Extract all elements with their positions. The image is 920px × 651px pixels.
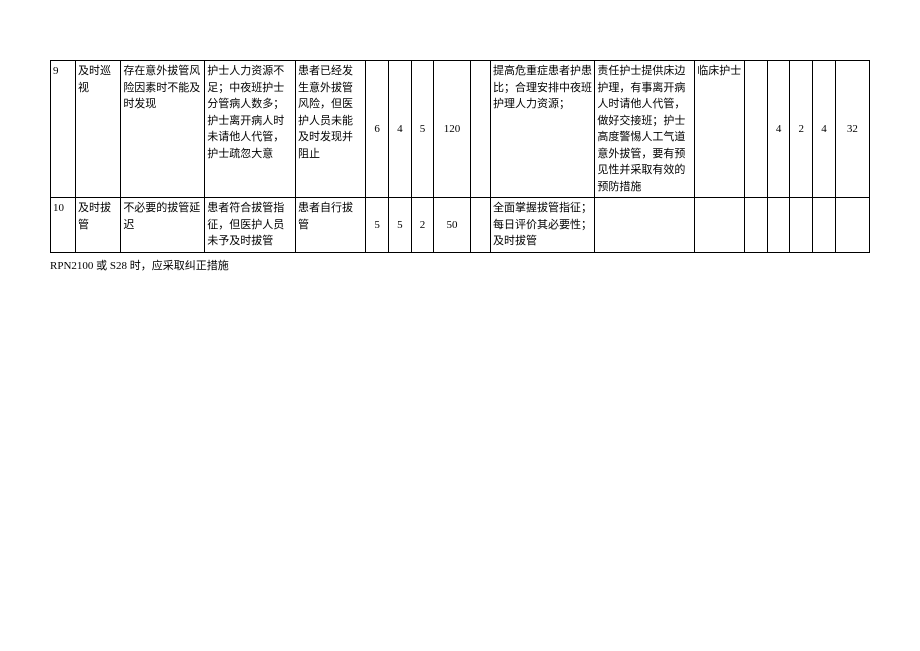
cell-index: 9: [51, 61, 76, 198]
cell-a: 存在意外拔管风险因素时不能及时发现: [121, 61, 205, 198]
cell-b: 护士人力资源不足；中夜班护士分管病人数多；护士离开病人时未请他人代管，护士疏忽大…: [205, 61, 296, 198]
cell-e: [595, 198, 695, 253]
cell-rpn: 50: [434, 198, 470, 253]
cell-m4: 4: [813, 61, 836, 198]
cell-a: 不必要的拔管延迟: [121, 198, 205, 253]
cell-m1: [745, 198, 768, 253]
cell-n2: 4: [388, 61, 411, 198]
cell-index: 10: [51, 198, 76, 253]
cell-label: 及时巡视: [75, 61, 120, 198]
cell-d: 全面掌握拔管指征；每日评价其必要性；及时拔管: [491, 198, 595, 253]
cell-n2: 5: [388, 198, 411, 253]
cell-m2: 4: [767, 61, 790, 198]
cell-m3: 2: [790, 61, 813, 198]
cell-rpn2: 32: [835, 61, 869, 198]
cell-c: 患者自行拔管: [295, 198, 365, 253]
cell-n1: 6: [366, 61, 389, 198]
cell-blank: [470, 61, 490, 198]
cell-m1: [745, 61, 768, 198]
cell-blank: [470, 198, 490, 253]
cell-n3: 2: [411, 198, 434, 253]
cell-f: [695, 198, 745, 253]
cell-m3: [790, 198, 813, 253]
cell-rpn: 120: [434, 61, 470, 198]
table-row: 9 及时巡视 存在意外拔管风险因素时不能及时发现 护士人力资源不足；中夜班护士分…: [51, 61, 870, 198]
footnote: RPN2100 或 S28 时，应采取纠正措施: [50, 257, 870, 273]
cell-rpn2: [835, 198, 869, 253]
fmea-table: 9 及时巡视 存在意外拔管风险因素时不能及时发现 护士人力资源不足；中夜班护士分…: [50, 60, 870, 253]
cell-c: 患者已经发生意外拔管风险，但医护人员未能及时发现并阻止: [295, 61, 365, 198]
cell-f: 临床护士: [695, 61, 745, 198]
cell-n1: 5: [366, 198, 389, 253]
table-row: 10 及时拔管 不必要的拔管延迟 患者符合拔管指征，但医护人员未予及时拔管 患者…: [51, 198, 870, 253]
cell-d: 提高危重症患者护患比；合理安排中夜班护理人力资源；: [491, 61, 595, 198]
cell-m4: [813, 198, 836, 253]
cell-b: 患者符合拔管指征，但医护人员未予及时拔管: [205, 198, 296, 253]
cell-e: 责任护士提供床边护理，有事离开病人时请他人代管，做好交接班；护士高度警惕人工气道…: [595, 61, 695, 198]
cell-m2: [767, 198, 790, 253]
cell-label: 及时拔管: [75, 198, 120, 253]
cell-n3: 5: [411, 61, 434, 198]
